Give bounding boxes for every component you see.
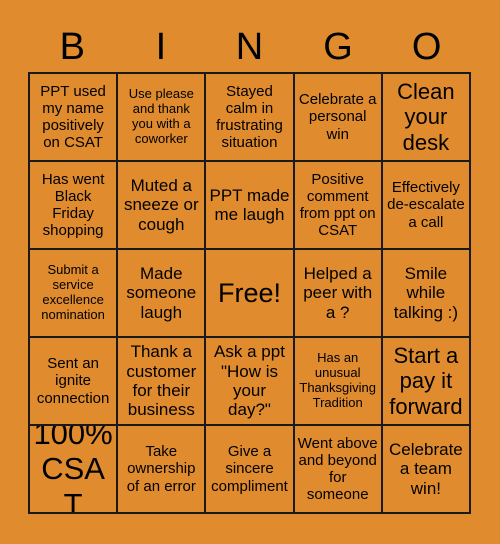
bingo-cell-label: Free! — [217, 277, 281, 308]
bingo-header-letter-g: G — [323, 26, 353, 68]
bingo-cell-label: Made someone laugh — [126, 263, 197, 322]
bingo-header: B I N G O — [28, 22, 471, 72]
bingo-cell[interactable]: Smile while talking :) — [382, 250, 471, 338]
bingo-cell-free[interactable]: Free! — [206, 250, 295, 338]
bingo-cell-label: Thank a customer for their business — [126, 342, 197, 420]
bingo-cell-label: PPT used my name positively on CSAT — [40, 82, 106, 152]
bingo-cell-label: Effectively de-escalate a call — [387, 179, 465, 231]
bingo-cell-label: Clean your desk — [397, 79, 455, 155]
bingo-cell[interactable]: Start a pay it forward — [382, 338, 471, 426]
bingo-cell[interactable]: Went above and beyond for someone — [294, 426, 383, 514]
bingo-cell-label: PPT made me laugh — [209, 185, 290, 224]
bingo-cell[interactable]: Celebrate a team win! — [382, 426, 471, 514]
bingo-cell[interactable]: Stayed calm in frustrating situation — [206, 74, 295, 162]
bingo-cell[interactable]: Clean your desk — [382, 74, 471, 162]
bingo-cell-label: Stayed calm in frustrating situation — [216, 82, 283, 152]
bingo-cell-label: Muted a sneeze or cough — [123, 175, 199, 234]
bingo-cell-label: Ask a ppt "How is your day?" — [214, 342, 285, 420]
bingo-cell-label: Positive comment from ppt on CSAT — [299, 170, 376, 240]
bingo-cell[interactable]: Has went Black Friday shopping — [30, 162, 119, 250]
bingo-cell[interactable]: Submit a service excellence nomination — [30, 250, 119, 338]
bingo-header-letter-o: O — [411, 26, 442, 68]
bingo-cell-label: Submit a service excellence nomination — [41, 262, 105, 322]
bingo-cell-label: Take ownership of an error — [126, 443, 196, 495]
bingo-header-letter-b: B — [59, 26, 85, 68]
bingo-cell[interactable]: Use please and thank you with a coworker — [118, 74, 207, 162]
bingo-cell[interactable]: Sent an ignite connection — [30, 338, 119, 426]
bingo-cell-label: Give a sincere compliment — [211, 443, 288, 495]
bingo-cell[interactable]: Take ownership of an error — [118, 426, 207, 514]
bingo-cell[interactable]: Positive comment from ppt on CSAT — [294, 162, 383, 250]
bingo-card: B I N G O PPT used my name positively on… — [0, 0, 500, 544]
bingo-header-letter-n: N — [235, 26, 264, 68]
bingo-cell-label: Helped a peer with a ? — [303, 263, 373, 322]
bingo-header-letter-i: I — [155, 26, 167, 68]
bingo-cell[interactable]: Helped a peer with a ? — [294, 250, 383, 338]
bingo-cell-label: Sent an ignite connection — [36, 355, 110, 407]
bingo-cell-label: 100% CSAT — [33, 426, 113, 514]
bingo-cell-label: Has went Black Friday shopping — [41, 170, 105, 240]
bingo-cell-label: Went above and beyond for someone — [297, 434, 378, 504]
bingo-cell[interactable]: Effectively de-escalate a call — [382, 162, 471, 250]
bingo-grid: PPT used my name positively on CSAT Use p… — [28, 72, 471, 514]
bingo-cell[interactable]: Muted a sneeze or cough — [118, 162, 207, 250]
bingo-cell-label: Smile while talking :) — [393, 263, 459, 322]
bingo-cell[interactable]: Has an unusual Thanksgiving Tradition — [294, 338, 383, 426]
bingo-cell[interactable]: Give a sincere compliment — [206, 426, 295, 514]
bingo-cell-label: Use please and thank you with a coworker — [128, 86, 194, 146]
bingo-cell-label: Has an unusual Thanksgiving Tradition — [299, 350, 376, 410]
bingo-cell[interactable]: Ask a ppt "How is your day?" — [206, 338, 295, 426]
bingo-cell[interactable]: PPT used my name positively on CSAT — [30, 74, 119, 162]
bingo-cell[interactable]: Thank a customer for their business — [118, 338, 207, 426]
bingo-cell-label: Celebrate a team win! — [389, 439, 463, 498]
bingo-cell[interactable]: Celebrate a personal win — [294, 74, 383, 162]
bingo-cell-label: Celebrate a personal win — [298, 91, 377, 143]
bingo-cell-label: Start a pay it forward — [389, 343, 463, 419]
bingo-cell[interactable]: PPT made me laugh — [206, 162, 295, 250]
bingo-cell[interactable]: 100% CSAT — [30, 426, 119, 514]
bingo-cell[interactable]: Made someone laugh — [118, 250, 207, 338]
